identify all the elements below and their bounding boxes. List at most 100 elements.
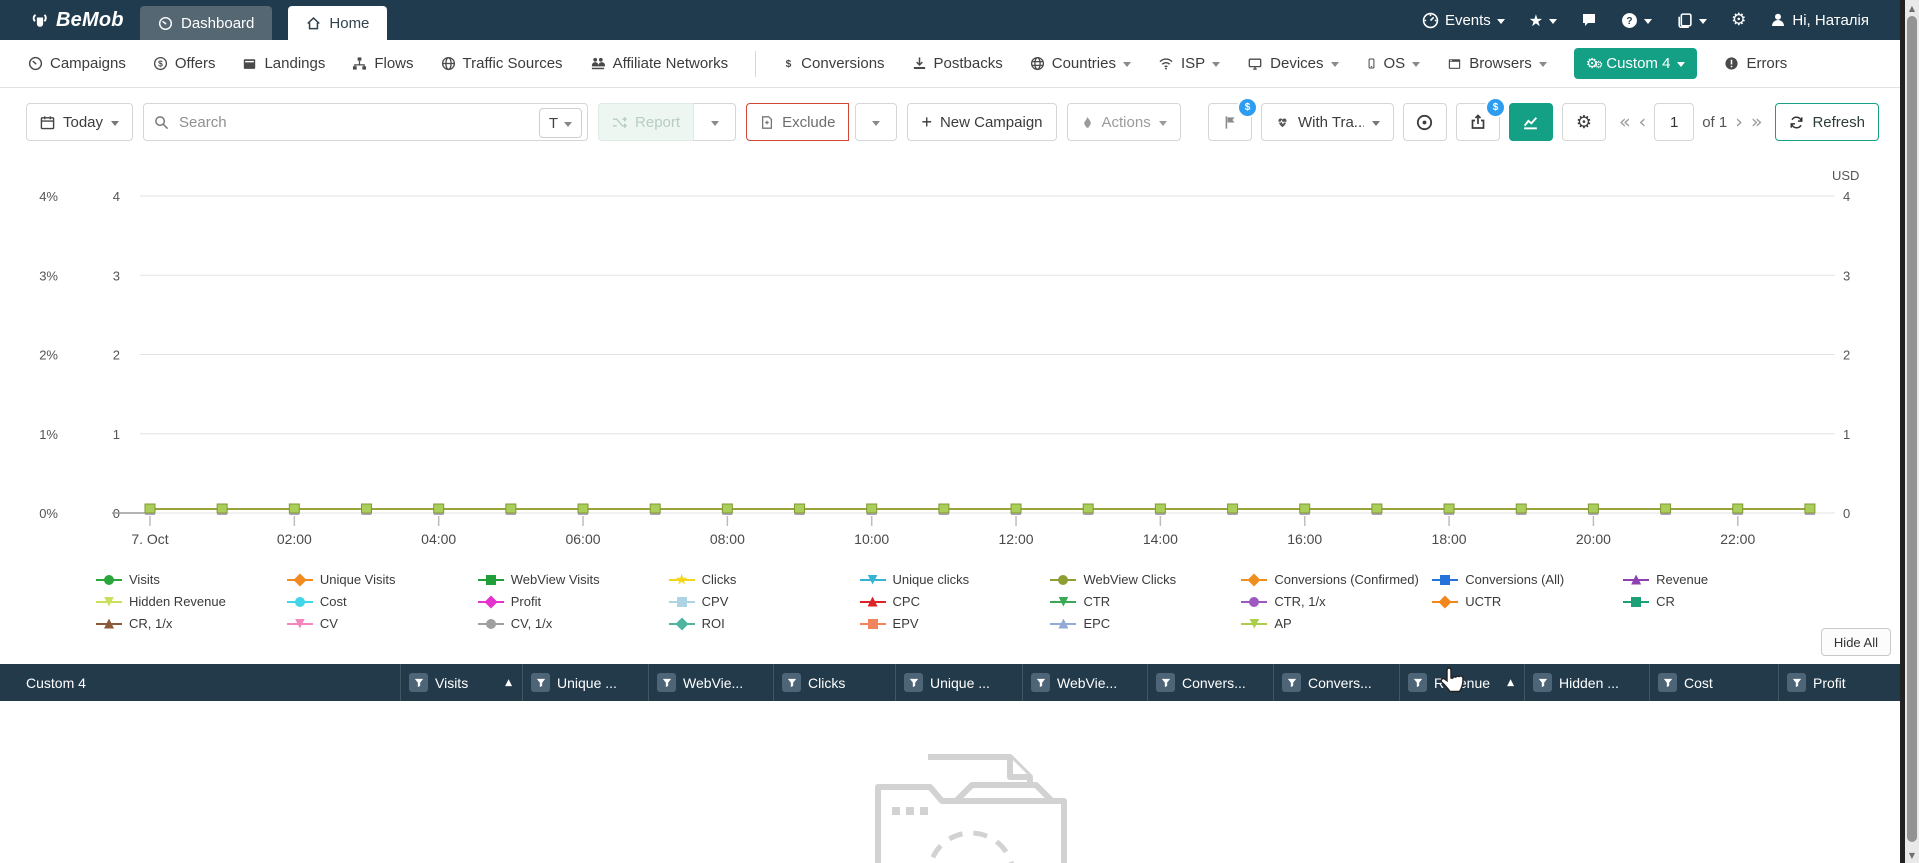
filter-icon[interactable]: [1031, 673, 1050, 692]
events-menu[interactable]: Events: [1422, 12, 1505, 29]
filter-icon[interactable]: [1282, 673, 1301, 692]
scroll-up-icon[interactable]: ▲: [1905, 1, 1919, 15]
nav-item-isp[interactable]: ISP: [1158, 55, 1221, 72]
legend-item-visits[interactable]: Visits: [96, 570, 281, 589]
legend-item-unique-visits[interactable]: Unique Visits: [286, 570, 472, 589]
bemob-logo[interactable]: BeMob: [30, 0, 124, 40]
help-menu[interactable]: ?: [1621, 12, 1653, 29]
nav-item-conversions[interactable]: $ Conversions: [783, 55, 885, 72]
legend-item-roi[interactable]: ROI: [668, 614, 854, 633]
column-header-convers-[interactable]: Convers...: [1147, 664, 1273, 701]
legend-item-hidden-revenue[interactable]: Hidden Revenue: [96, 592, 281, 611]
column-header-clicks[interactable]: Clicks: [773, 664, 895, 701]
docs-menu[interactable]: [1676, 12, 1708, 29]
columns-settings-button[interactable]: ⚙: [1561, 103, 1606, 141]
report-button[interactable]: Report: [598, 103, 695, 141]
scrollbar-thumb[interactable]: [1907, 16, 1917, 842]
legend-item-conversions-confirmed-[interactable]: Conversions (Confirmed): [1241, 570, 1426, 589]
nav-item-traffic-sources[interactable]: Traffic Sources: [441, 55, 563, 72]
nav-item-errors[interactable]: Errors: [1724, 55, 1787, 72]
settings-menu[interactable]: ⚙: [1731, 10, 1746, 30]
page-input[interactable]: [1654, 103, 1695, 141]
column-header-convers-[interactable]: Convers...: [1273, 664, 1399, 701]
filter-icon[interactable]: [1658, 673, 1677, 692]
nav-item-custom-4[interactable]: ⚙⚙ Custom 4: [1573, 48, 1698, 79]
traffic-filter-select[interactable]: With Tra...: [1260, 103, 1394, 141]
feedback-button[interactable]: [1581, 12, 1597, 28]
nav-item-countries[interactable]: Countries: [1030, 55, 1131, 72]
legend-item-cr[interactable]: CR: [1623, 592, 1808, 611]
nav-item-browsers[interactable]: Browsers: [1447, 55, 1547, 72]
legend-item-cv-1-x[interactable]: CV, 1/x: [477, 614, 663, 633]
column-header-visits[interactable]: Visits ▲: [400, 664, 522, 701]
legend-item-revenue[interactable]: Revenue: [1623, 570, 1808, 589]
filter-icon[interactable]: [657, 673, 676, 692]
column-header-unique-[interactable]: Unique ...: [895, 664, 1022, 701]
legend-item-profit[interactable]: Profit: [477, 592, 663, 611]
legend-item-cr-1-x[interactable]: CR, 1/x: [96, 614, 281, 633]
user-menu[interactable]: Hi, Наталія: [1770, 12, 1869, 29]
filter-icon[interactable]: [1156, 673, 1175, 692]
legend-item-webview-visits[interactable]: WebView Visits: [477, 570, 663, 589]
tab-home[interactable]: Home: [288, 6, 388, 40]
exclude-button[interactable]: Exclude: [746, 103, 850, 141]
nav-item-landings[interactable]: Landings: [242, 55, 325, 72]
nav-item-flows[interactable]: Flows: [352, 55, 414, 72]
legend-item-conversions-all-[interactable]: Conversions (All): [1432, 570, 1617, 589]
column-header-webvie-[interactable]: WebVie...: [1022, 664, 1147, 701]
filter-icon[interactable]: [1408, 673, 1427, 692]
legend-item-ap[interactable]: AP: [1241, 614, 1426, 633]
column-header-custom-4[interactable]: Custom 4: [0, 664, 400, 701]
legend-item-clicks[interactable]: Clicks: [668, 570, 854, 589]
column-header-profit[interactable]: Profit: [1778, 664, 1901, 701]
column-header-cost[interactable]: Cost: [1649, 664, 1778, 701]
legend-item-cv[interactable]: CV: [286, 614, 472, 633]
filter-icon[interactable]: [1533, 673, 1552, 692]
next-page-icon[interactable]: ›: [1735, 111, 1743, 133]
legend-item-uctr[interactable]: UCTR: [1432, 592, 1617, 611]
legend-item-cpc[interactable]: CPC: [859, 592, 1045, 611]
new-campaign-button[interactable]: + New Campaign: [907, 103, 1057, 141]
prev-page-icon[interactable]: ‹: [1639, 111, 1647, 133]
nav-item-campaigns[interactable]: Campaigns: [28, 55, 126, 72]
first-page-icon[interactable]: «: [1619, 111, 1631, 133]
legend-item-webview-clicks[interactable]: WebView Clicks: [1050, 570, 1235, 589]
filter-icon[interactable]: [904, 673, 923, 692]
legend-item-ctr-1-x[interactable]: CTR, 1/x: [1241, 592, 1426, 611]
legend-item-unique-clicks[interactable]: Unique clicks: [859, 570, 1045, 589]
refresh-button[interactable]: Refresh: [1775, 103, 1879, 141]
search-input[interactable]: [177, 112, 588, 132]
column-header-hidden-[interactable]: Hidden ...: [1524, 664, 1649, 701]
nav-item-devices[interactable]: Devices: [1247, 55, 1339, 72]
flag-button[interactable]: $: [1207, 97, 1258, 141]
legend-item-cpv[interactable]: CPV: [668, 592, 854, 611]
nav-item-os[interactable]: OS: [1366, 55, 1421, 72]
filter-icon[interactable]: [1787, 673, 1806, 692]
hide-all-button[interactable]: Hide All: [1820, 628, 1891, 656]
nav-item-postbacks[interactable]: Postbacks: [912, 55, 1003, 72]
exclude-dropdown-button[interactable]: [855, 103, 898, 141]
date-range-button[interactable]: Today: [26, 103, 134, 141]
column-header-webvie-[interactable]: WebVie...: [648, 664, 773, 701]
legend-item-cost[interactable]: Cost: [286, 592, 472, 611]
legend-item-ctr[interactable]: CTR: [1050, 592, 1235, 611]
last-page-icon[interactable]: »: [1751, 111, 1763, 133]
scroll-down-icon[interactable]: ▼: [1905, 848, 1919, 862]
column-header-unique-[interactable]: Unique ...: [522, 664, 648, 701]
nav-item-affiliate-networks[interactable]: Affiliate Networks: [590, 55, 728, 72]
tab-dashboard[interactable]: Dashboard: [140, 6, 273, 40]
share-button[interactable]: $: [1455, 97, 1506, 141]
actions-button[interactable]: Actions: [1066, 103, 1181, 141]
legend-item-epc[interactable]: EPC: [1050, 614, 1235, 633]
chart-toggle-button[interactable]: [1508, 103, 1553, 141]
vertical-scrollbar[interactable]: ▲ ▼: [1905, 0, 1919, 863]
filter-icon[interactable]: [782, 673, 801, 692]
nav-item-offers[interactable]: $ Offers: [153, 55, 215, 72]
report-dropdown-button[interactable]: [694, 103, 737, 141]
search-type-select[interactable]: T: [538, 108, 583, 138]
favorites-menu[interactable]: ★: [1529, 11, 1558, 30]
visibility-button[interactable]: [1402, 103, 1447, 141]
legend-item-epv[interactable]: EPV: [859, 614, 1045, 633]
filter-icon[interactable]: [409, 673, 428, 692]
filter-icon[interactable]: [531, 673, 550, 692]
